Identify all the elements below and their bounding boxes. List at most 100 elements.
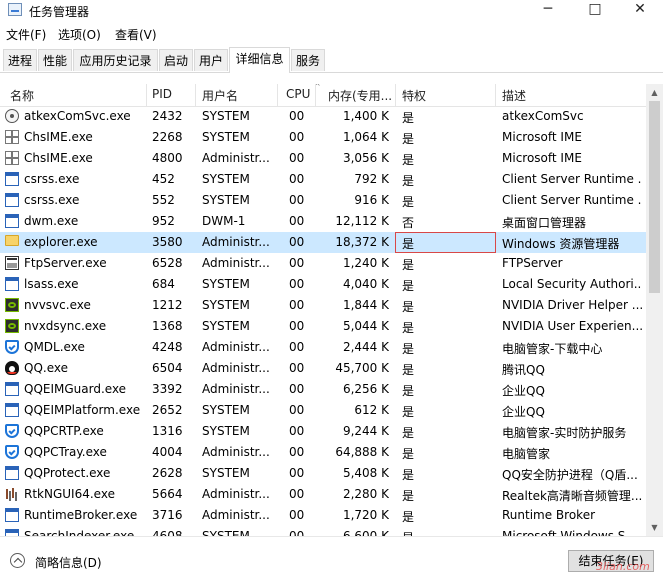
tab-users[interactable]: 用户 (194, 49, 228, 71)
table-row[interactable]: QQPCRTP.exe 1316 SYSTEM 00 9,244 K 是 电脑管家-实时防护… (0, 421, 646, 442)
table-row[interactable]: RtkNGUI64.exe 5664 Administr... 00 2,280 K 是 R… (0, 484, 646, 505)
pid-cell: 2628 (152, 466, 183, 480)
column-header-name[interactable]: 名称 (10, 87, 34, 104)
collapse-chevron-icon[interactable] (10, 553, 25, 568)
column-header-privilege[interactable]: 特权 (402, 87, 426, 104)
memory-cell: 6,256 K (342, 382, 389, 396)
table-row[interactable]: nvxdsync.exe 1368 SYSTEM 00 5,044 K 是 NVIDIA U… (0, 316, 646, 337)
pid-cell: 1316 (152, 424, 183, 438)
process-name-cell: csrss.exe (24, 172, 80, 186)
username-cell: Administr... (202, 508, 270, 522)
username-cell: SYSTEM (202, 193, 250, 207)
column-separator[interactable] (277, 84, 278, 106)
table-row[interactable]: SearchIndexer.exe 4608 SYSTEM 00 6,600 K 是 Mic… (0, 526, 646, 536)
fewer-details-link[interactable]: 简略信息(D) (35, 554, 102, 571)
description-cell: 电脑管家 (502, 447, 551, 461)
process-name-cell: RtkNGUI64.exe (24, 487, 115, 501)
description-cell: Windows 资源管理器 (502, 237, 620, 251)
pid-cell: 2652 (152, 403, 183, 417)
tab-details[interactable]: 详细信息 (229, 47, 290, 73)
privilege-cell: 是 (402, 384, 415, 398)
window-icon (5, 193, 19, 207)
menu-file[interactable]: 文件(F) (6, 26, 46, 43)
privilege-cell: 是 (402, 111, 415, 125)
table-row[interactable]: RuntimeBroker.exe 3716 Administr... 00 1,720… (0, 505, 646, 526)
table-row[interactable]: nvvsvc.exe 1212 SYSTEM 00 1,844 K 是 NVIDIA Dri… (0, 295, 646, 316)
table-row[interactable]: lsass.exe 684 SYSTEM 00 4,040 K 是 Local Securi… (0, 274, 646, 295)
table-row[interactable]: csrss.exe 552 SYSTEM 00 916 K 是 Client Server … (0, 190, 646, 211)
tab-app-history[interactable]: 应用历史记录 (73, 49, 158, 71)
username-cell: SYSTEM (202, 109, 250, 123)
shield-icon (5, 340, 19, 354)
column-header-memory[interactable]: 内存(专用... (328, 87, 392, 104)
table-row[interactable]: QQ.exe 6504 Administr... 00 45,700 K 是 腾讯QQ (0, 358, 646, 379)
username-cell: Administr... (202, 487, 270, 501)
table-row[interactable]: QQEIMPlatform.exe 2652 SYSTEM 00 612 K 是 企业QQ (0, 400, 646, 421)
username-cell: DWM-1 (202, 214, 246, 228)
pid-cell: 6504 (152, 361, 183, 375)
minimize-button[interactable]: ─ (528, 0, 568, 20)
process-name-cell: QQProtect.exe (24, 466, 111, 480)
column-separator[interactable] (195, 84, 196, 106)
username-cell: Administr... (202, 151, 270, 165)
description-cell: Realtek高清晰音频管理... (502, 489, 642, 503)
table-row[interactable]: csrss.exe 452 SYSTEM 00 792 K 是 Client Server … (0, 169, 646, 190)
table-row[interactable]: QMDL.exe 4248 Administr... 00 2,444 K 是 电脑管家-下… (0, 337, 646, 358)
cpu-cell: 00 (289, 382, 305, 396)
menu-view[interactable]: 查看(V) (115, 26, 157, 43)
privilege-cell: 是 (402, 447, 415, 461)
process-name-cell: QQ.exe (24, 361, 68, 375)
close-button[interactable]: ✕ (620, 0, 660, 20)
window-icon (5, 277, 19, 291)
username-cell: SYSTEM (202, 529, 250, 536)
column-separator[interactable] (315, 84, 316, 106)
table-row[interactable]: QQPCTray.exe 4004 Administr... 00 64,888 K 是 电… (0, 442, 646, 463)
table-header: ^ 名称 PID 用户名 CPU 内存(专用... 特权 描述 (0, 84, 646, 107)
pid-cell: 684 (152, 277, 175, 291)
description-cell: Microsoft IME (502, 151, 582, 165)
description-cell: NVIDIA Driver Helper ... (502, 298, 642, 312)
table-row[interactable]: ChsIME.exe 4800 Administr... 00 3,056 K 是 Micr… (0, 148, 646, 169)
column-separator[interactable] (146, 84, 147, 106)
process-name-cell: SearchIndexer.exe (24, 529, 135, 536)
process-name-cell: lsass.exe (24, 277, 79, 291)
tab-processes[interactable]: 进程 (3, 49, 37, 71)
tab-services[interactable]: 服务 (291, 49, 325, 71)
table-row[interactable]: FtpServer.exe 6528 Administr... 00 1,240 K 是 F… (0, 253, 646, 274)
column-header-pid[interactable]: PID (152, 87, 172, 101)
username-cell: Administr... (202, 382, 270, 396)
tab-startup[interactable]: 启动 (159, 49, 193, 71)
pid-cell: 3716 (152, 508, 183, 522)
privilege-cell: 是 (402, 342, 415, 356)
column-header-description[interactable]: 描述 (502, 87, 526, 104)
table-row[interactable]: dwm.exe 952 DWM-1 00 12,112 K 否 桌面窗口管理器 (0, 211, 646, 232)
footer-bar: 简略信息(D) 结束任务(E) (0, 540, 663, 582)
description-cell: Local Security Authori... (502, 277, 642, 291)
privilege-cell: 是 (402, 468, 415, 482)
memory-cell: 3,056 K (342, 151, 389, 165)
memory-cell: 612 K (354, 403, 389, 417)
process-name-cell: ChsIME.exe (24, 151, 93, 165)
cpu-cell: 00 (289, 445, 305, 459)
menu-options[interactable]: 选项(O) (58, 26, 101, 43)
table-row[interactable]: QQProtect.exe 2628 SYSTEM 00 5,408 K 是 QQ安全防护进… (0, 463, 646, 484)
maximize-button[interactable]: □ (575, 0, 615, 20)
table-row[interactable]: QQEIMGuard.exe 3392 Administr... 00 6,256 K 是… (0, 379, 646, 400)
scroll-down-arrow-icon[interactable]: ▼ (646, 519, 663, 536)
pid-cell: 1212 (152, 298, 183, 312)
cpu-cell: 00 (289, 214, 305, 228)
column-header-cpu[interactable]: CPU (286, 87, 310, 101)
scrollbar-thumb[interactable] (649, 101, 660, 293)
vertical-scrollbar[interactable]: ▲ ▼ (646, 84, 663, 536)
process-name-cell: dwm.exe (24, 214, 79, 228)
column-header-user[interactable]: 用户名 (202, 87, 238, 104)
column-separator[interactable] (395, 84, 396, 106)
table-row[interactable]: ChsIME.exe 2268 SYSTEM 00 1,064 K 是 Microsoft … (0, 127, 646, 148)
column-separator[interactable] (495, 84, 496, 106)
scroll-up-arrow-icon[interactable]: ▲ (646, 84, 663, 101)
pid-cell: 6528 (152, 256, 183, 270)
tab-performance[interactable]: 性能 (38, 49, 72, 71)
description-cell: Runtime Broker (502, 508, 596, 522)
table-row[interactable]: atkexComSvc.exe 2432 SYSTEM 00 1,400 K 是 atkex… (0, 106, 646, 127)
table-row[interactable]: explorer.exe 3580 Administr... 00 18,372 K是W… (0, 232, 646, 253)
